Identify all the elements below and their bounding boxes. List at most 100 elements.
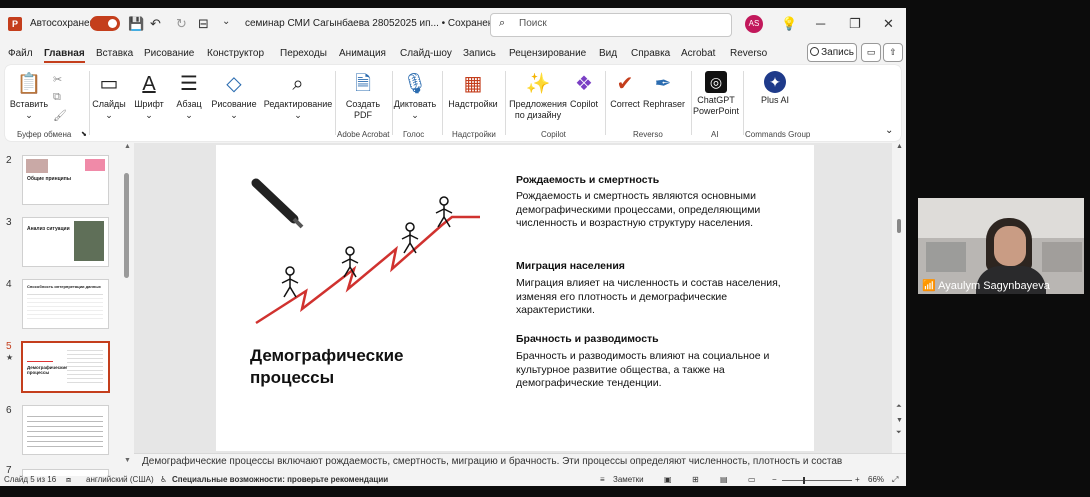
scroll-down-icon[interactable]: ▼ (124, 457, 131, 464)
drawing-button[interactable]: ◇ Рисование ⌄ (209, 71, 259, 121)
lightbulb-icon[interactable]: 💡 (781, 16, 797, 32)
section-3-text[interactable]: Брачность и разводимость влияют на социа… (516, 350, 784, 391)
minimize-button[interactable]: ─ (816, 16, 825, 31)
notes-toggle-button[interactable]: Заметки (613, 475, 644, 484)
comments-button[interactable]: ▭ (861, 43, 881, 62)
quick-access-icon[interactable]: ⊟ (198, 16, 209, 32)
autosave-toggle[interactable] (90, 16, 120, 31)
avatar[interactable]: AS (745, 15, 763, 33)
correct-button[interactable]: ✔ Correct (607, 71, 643, 110)
thumbnail-slide-2[interactable]: Общие принципы (22, 155, 109, 205)
prev-slide-icon[interactable]: ⏶ (896, 403, 902, 411)
menu-acrobat[interactable]: Acrobat (681, 48, 715, 59)
menu-draw[interactable]: Рисование (144, 48, 194, 59)
plus-ai-button[interactable]: ✦ Plus AI (753, 71, 797, 106)
section-2-text[interactable]: Миграция влияет на численность и состав … (516, 277, 784, 318)
editing-button[interactable]: ⌕ Редактирование ⌄ (263, 71, 333, 121)
slideshow-icon[interactable]: ▭ (748, 475, 756, 484)
menu-file[interactable]: Файл (8, 48, 33, 59)
spellcheck-icon[interactable]: ⧈ (66, 475, 71, 485)
format-painter-icon[interactable]: 🖌 (53, 109, 67, 122)
menu-review[interactable]: Рецензирование (509, 48, 586, 59)
zoom-level[interactable]: 66% (868, 475, 884, 484)
accessibility-label[interactable]: Специальные возможности: проверьте реком… (172, 475, 388, 484)
scroll-down-icon[interactable]: ▼ (896, 417, 903, 424)
menu-transitions[interactable]: Переходы (280, 48, 327, 59)
menu-reverso[interactable]: Reverso (730, 48, 767, 59)
font-button[interactable]: A Шрифт ⌄ (131, 71, 167, 121)
menu-slideshow[interactable]: Слайд-шоу (400, 48, 452, 59)
record-button[interactable]: Запись (807, 43, 857, 62)
collapse-ribbon-icon[interactable]: ⌄ (885, 125, 893, 136)
menu-insert[interactable]: Вставка (96, 48, 133, 59)
document-title[interactable]: семинар СМИ Сагынбаева 28052025 ип... • … (245, 18, 510, 29)
clipboard-launcher-icon[interactable]: ⬊ (81, 130, 87, 138)
thumbnails-scrollbar[interactable] (124, 173, 129, 278)
menu-home[interactable]: Главная (44, 48, 85, 63)
plus-ai-icon: ✦ (764, 71, 786, 93)
section-1-heading[interactable]: Рождаемость и смертность (516, 174, 659, 186)
scroll-up-icon[interactable]: ▲ (896, 143, 903, 150)
addins-button[interactable]: ▦ Надстройки (445, 71, 501, 110)
divider (89, 71, 90, 135)
redo-icon[interactable]: ↻ (176, 16, 187, 32)
copilot-button[interactable]: ❖ Copilot (567, 71, 601, 110)
reading-view-icon[interactable]: ▤ (720, 475, 728, 484)
zoom-slider[interactable] (782, 480, 852, 481)
menu-design[interactable]: Конструктор (207, 48, 264, 59)
slide-title[interactable]: Демографические процессы (250, 345, 480, 389)
copilot-icon: ❖ (575, 73, 593, 95)
status-bar: Слайд 5 из 16 ⧈ английский (США) ♿ Специ… (0, 475, 906, 486)
reverso-group-label: Reverso (633, 130, 663, 139)
close-button[interactable]: ✕ (883, 16, 894, 32)
accessibility-icon: ♿ (160, 475, 168, 484)
menu-record[interactable]: Запись (463, 48, 496, 59)
language-label[interactable]: английский (США) (86, 475, 154, 484)
thumb-text-lines (67, 347, 103, 383)
create-pdf-button[interactable]: 🗎 Создать PDF (339, 71, 387, 121)
normal-view-icon[interactable]: ▣ (664, 475, 672, 484)
share-button[interactable]: ⇧ (883, 43, 903, 62)
menu-animations[interactable]: Анимация (339, 48, 386, 59)
notes-text[interactable]: Демографические процессы включают рождае… (142, 456, 842, 467)
slide-sorter-icon[interactable]: ⊞ (692, 475, 699, 484)
microphone-icon: 🎙 (402, 73, 428, 95)
fit-to-window-icon[interactable]: ⤢ (892, 475, 898, 485)
undo-icon[interactable]: ↶ (150, 16, 161, 32)
customize-qat-icon[interactable]: ⌄ (222, 16, 230, 27)
paste-button[interactable]: 📋 Вставить ⌄ (9, 71, 49, 121)
scroll-up-icon[interactable]: ▲ (124, 143, 131, 150)
thumbnail-slide-5[interactable]: Демографические процессы (21, 341, 110, 393)
designer-button[interactable]: ✨ Предложения по дизайну (507, 71, 569, 121)
maximize-button[interactable]: ❐ (849, 16, 861, 32)
rephraser-button[interactable]: ✒ Rephraser (643, 71, 685, 110)
zoom-in-icon[interactable]: + (855, 475, 860, 484)
marker-tip (292, 217, 304, 229)
slides-button[interactable]: ▭ Слайды ⌄ (91, 71, 127, 121)
paragraph-button[interactable]: ☰ Абзац ⌄ (171, 71, 207, 121)
participant-video[interactable]: 📶 Ayaulym Sagynbayeva (918, 198, 1084, 294)
vertical-scrollbar[interactable]: ▲ ⏶ ▼ ⏷ (893, 143, 906, 453)
zoom-slider-thumb[interactable] (803, 477, 805, 484)
search-input[interactable]: ⌕ Поиск (490, 13, 732, 37)
next-slide-icon[interactable]: ⏷ (896, 429, 902, 437)
chatgpt-button[interactable]: ◎ ChatGPT PowerPoint (693, 71, 739, 117)
menu-view[interactable]: Вид (599, 48, 617, 59)
person-icons (281, 196, 453, 298)
copy-icon[interactable]: ⧉ (53, 91, 61, 104)
thumbnail-slide-3[interactable]: Анализ ситуации (22, 217, 109, 267)
section-1-text[interactable]: Рождаемость и смертность являются основн… (516, 190, 784, 231)
save-icon[interactable]: 💾 (128, 16, 144, 32)
cut-icon[interactable]: ✂ (53, 73, 62, 86)
thumbnail-slide-4[interactable]: Способность интерпретации данных (22, 279, 109, 329)
thumbnail-slide-6[interactable] (22, 405, 109, 455)
menu-help[interactable]: Справка (631, 48, 670, 59)
current-slide[interactable]: Демографические процессы Рождаемость и с… (216, 145, 814, 451)
section-2-heading[interactable]: Миграция населения (516, 260, 625, 272)
search-placeholder: Поиск (519, 18, 547, 29)
section-3-heading[interactable]: Брачность и разводимость (516, 333, 659, 345)
dictate-button[interactable]: 🎙 Диктовать ⌄ (393, 71, 437, 121)
scroll-thumb[interactable] (897, 219, 901, 233)
zoom-out-icon[interactable]: − (772, 475, 777, 484)
notes-pane[interactable]: Демографические процессы включают рождае… (134, 453, 906, 476)
